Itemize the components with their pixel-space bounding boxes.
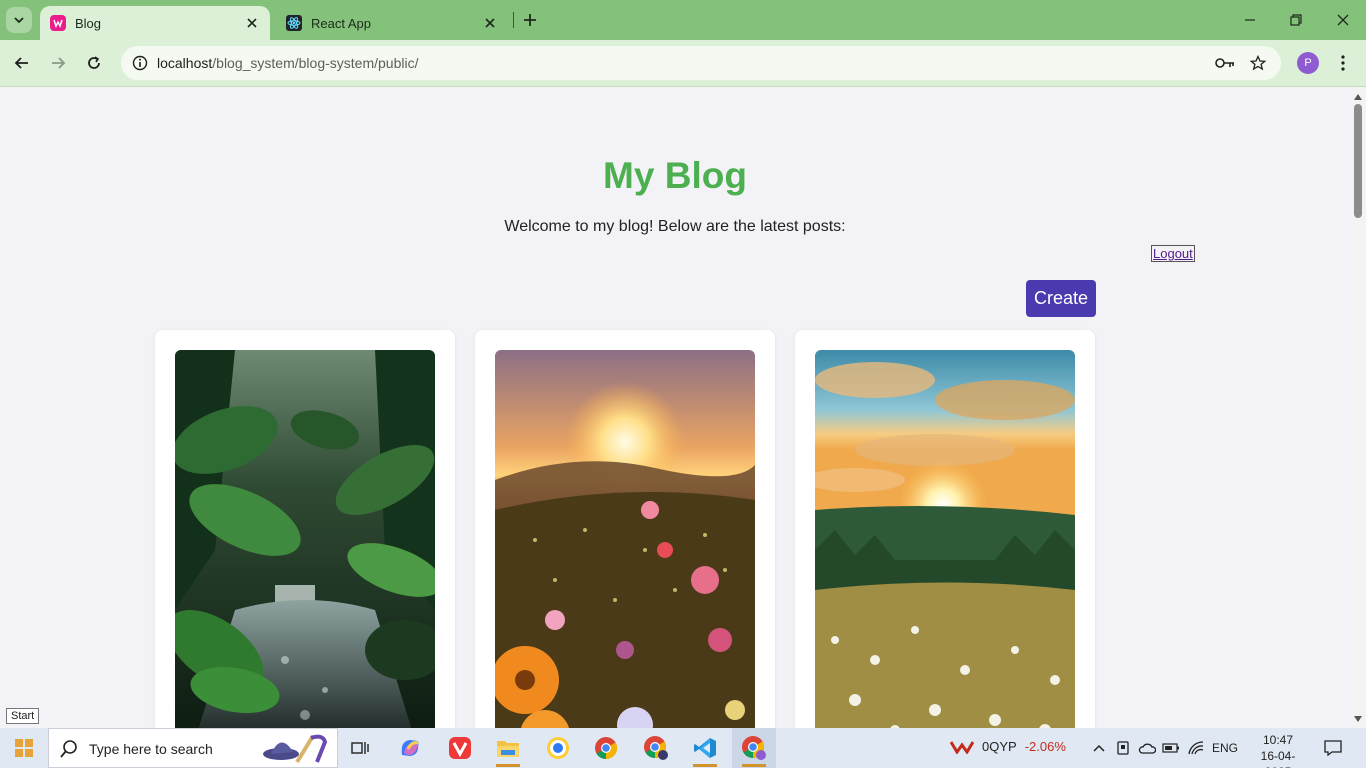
reload-icon (88, 56, 100, 69)
notifications-button[interactable] (1322, 738, 1344, 758)
taskbar-search-placeholder: Type here to search (89, 741, 213, 757)
react-favicon-icon (286, 15, 302, 31)
new-tab-button[interactable] (520, 10, 540, 30)
chrome-icon (595, 737, 617, 759)
taskbar: Type here to search 0QYP -2.06% ENG 10:4… (0, 728, 1366, 768)
start-button[interactable] (0, 728, 48, 768)
stock-widget[interactable]: 0QYP -2.06% (950, 739, 1066, 754)
search-icon (60, 740, 77, 758)
arrow-right-icon (52, 57, 66, 69)
battery-icon[interactable] (1162, 738, 1180, 758)
scroll-up-arrow-icon[interactable] (1353, 92, 1363, 102)
scroll-thumb[interactable] (1354, 104, 1362, 218)
close-tab-icon[interactable] (244, 15, 260, 31)
file-explorer-app[interactable] (486, 728, 530, 768)
chrome-alt-icon (547, 737, 569, 759)
copilot-app[interactable] (388, 728, 432, 768)
key-icon (1215, 58, 1234, 68)
tab-separator (513, 12, 514, 28)
close-tab-icon[interactable] (482, 15, 498, 31)
forward-button[interactable] (47, 52, 69, 74)
star-icon (1250, 55, 1266, 71)
clock-date: 16-04-2025 (1260, 749, 1296, 768)
close-window-button[interactable] (1333, 10, 1353, 30)
tab-react-app[interactable]: React App (276, 6, 508, 40)
info-icon (132, 55, 148, 71)
tab-label: Blog (75, 15, 102, 31)
close-icon (1337, 14, 1349, 26)
plus-icon (524, 14, 536, 26)
system-clock[interactable]: 10:47 16-04-2025 (1248, 732, 1308, 768)
more-vertical-icon (1341, 55, 1345, 71)
chrome-app[interactable] (584, 728, 628, 768)
blog-page: My Blog Welcome to my blog! Below are th… (0, 88, 1350, 728)
windows-logo-icon (15, 739, 33, 757)
browser-toolbar: localhost/blog_system/blog-system/public… (0, 40, 1366, 87)
input-language[interactable]: ENG (1212, 741, 1238, 755)
tab-label: React App (311, 15, 371, 31)
site-info-button[interactable] (129, 52, 151, 74)
task-view-button[interactable] (338, 728, 382, 768)
post-card[interactable] (475, 330, 775, 728)
tab-blog[interactable]: Blog (40, 6, 270, 40)
wifi-icon[interactable] (1187, 738, 1205, 758)
scroll-down-arrow-icon[interactable] (1353, 714, 1363, 724)
brave-app[interactable] (536, 728, 580, 768)
chrome-profile-p-icon (742, 736, 766, 760)
vscode-icon (694, 738, 716, 758)
meet-now-icon[interactable] (1114, 738, 1132, 758)
clock-time: 10:47 (1262, 733, 1294, 747)
copilot-icon (401, 740, 419, 756)
vivaldi-icon (449, 737, 471, 759)
restore-button[interactable] (1286, 10, 1306, 30)
create-post-button[interactable]: Create (1026, 280, 1096, 317)
start-tooltip: Start (6, 708, 40, 724)
post-card[interactable] (795, 330, 1095, 728)
post-image-sunset-flower-field[interactable] (495, 350, 755, 728)
chrome-blog-window[interactable] (732, 728, 776, 768)
minimize-icon (1245, 19, 1255, 21)
notification-icon (1324, 740, 1342, 756)
post-card[interactable] (155, 330, 455, 728)
stock-logo-icon (950, 740, 974, 754)
stock-change: -2.06% (1024, 739, 1066, 754)
taskbar-search-box[interactable]: Type here to search (48, 728, 338, 768)
chevron-down-icon (14, 17, 24, 24)
wamp-favicon-icon (50, 15, 66, 31)
bookmark-button[interactable] (1248, 53, 1268, 73)
chrome-profile-icon (644, 736, 668, 760)
minimize-button[interactable] (1240, 10, 1260, 30)
page-subtitle: Welcome to my blog! Below are the latest… (504, 218, 846, 235)
logout-link[interactable]: Logout (1151, 245, 1195, 262)
reload-button[interactable] (83, 52, 105, 74)
page-title: My Blog (603, 155, 747, 196)
search-highlight-hat-icon (263, 734, 328, 764)
chevron-up-icon (1093, 744, 1105, 752)
show-hidden-icons-button[interactable] (1090, 738, 1108, 758)
back-button[interactable] (11, 52, 33, 74)
browser-menu-button[interactable] (1333, 52, 1353, 74)
post-image-jungle-stream[interactable] (175, 350, 435, 728)
url-text[interactable]: localhost/blog_system/blog-system/public… (157, 55, 418, 71)
arrow-left-icon (14, 57, 28, 69)
restore-icon (1290, 14, 1302, 26)
password-key-button[interactable] (1215, 53, 1235, 73)
tab-search-button[interactable] (6, 7, 32, 33)
profile-avatar[interactable]: P (1297, 52, 1319, 74)
stock-symbol: 0QYP (982, 739, 1017, 754)
task-view-icon (351, 742, 369, 754)
address-bar[interactable]: localhost/blog_system/blog-system/public… (121, 46, 1281, 80)
url-host: localhost (157, 55, 213, 71)
vscode-app[interactable] (683, 728, 727, 768)
onedrive-cloud-icon[interactable] (1138, 738, 1156, 758)
tab-strip: Blog React App (0, 0, 1366, 40)
chrome-profile-app[interactable] (634, 728, 678, 768)
folder-icon (497, 741, 519, 757)
vivaldi-app[interactable] (438, 728, 482, 768)
url-path: /blog_system/blog-system/public/ (212, 55, 419, 71)
post-image-sunrise-daisy-meadow[interactable] (815, 350, 1075, 728)
page-scrollbar[interactable] (1350, 88, 1366, 728)
